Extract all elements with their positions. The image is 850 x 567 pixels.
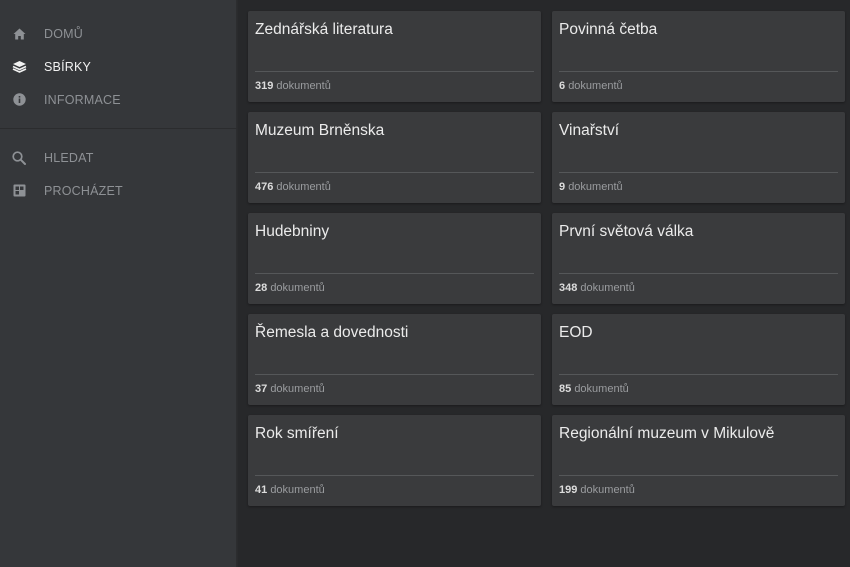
collection-count: 28 dokumentů	[255, 282, 325, 294]
count-number: 348	[559, 282, 578, 294]
collection-card[interactable]: Muzeum Brněnska 476 dokumentů	[248, 112, 541, 203]
collection-card[interactable]: Řemesla a dovednosti 37 dokumentů	[248, 314, 541, 405]
collection-title: Hudebniny	[255, 223, 330, 240]
collection-title: Muzeum Brněnska	[255, 122, 385, 139]
collection-card[interactable]: EOD 85 dokumentů	[552, 314, 845, 405]
card-divider	[255, 475, 534, 476]
collection-count: 348 dokumentů	[559, 282, 635, 294]
nav-label-search: HLEDAT	[44, 150, 94, 165]
collection-count: 199 dokumentů	[559, 484, 635, 496]
collection-card[interactable]: Regionální muzeum v Mikulově 199 dokumen…	[552, 415, 845, 506]
count-unit: dokumentů	[568, 80, 623, 92]
collection-title: Rok smíření	[255, 425, 339, 442]
collection-title: EOD	[559, 324, 593, 341]
nav-label-home: DOMŮ	[44, 26, 83, 41]
app-root: DOMŮ SBÍRKY INFORMACE HLEDAT PROCHÁZET Z…	[0, 0, 850, 567]
card-divider	[255, 273, 534, 274]
nav-item-info[interactable]: INFORMACE	[0, 83, 236, 116]
collection-title: Řemesla a dovednosti	[255, 324, 409, 341]
collections-grid: Zednářská literatura 319 dokumentů Povin…	[248, 11, 845, 506]
collection-card[interactable]: Vinařství 9 dokumentů	[552, 112, 845, 203]
count-number: 9	[559, 181, 566, 193]
card-divider	[255, 71, 534, 72]
count-number: 85	[559, 383, 572, 395]
count-unit: dokumentů	[270, 484, 325, 496]
nav-item-search[interactable]: HLEDAT	[0, 141, 236, 174]
collection-card[interactable]: Hudebniny 28 dokumentů	[248, 213, 541, 304]
collection-count: 85 dokumentů	[559, 383, 629, 395]
collection-count: 6 dokumentů	[559, 80, 623, 92]
books-icon	[11, 59, 27, 75]
collection-card[interactable]: Povinná četba 6 dokumentů	[552, 11, 845, 102]
count-unit: dokumentů	[580, 282, 635, 294]
count-unit: dokumentů	[580, 484, 635, 496]
collection-card[interactable]: Zednářská literatura 319 dokumentů	[248, 11, 541, 102]
collection-count: 37 dokumentů	[255, 383, 325, 395]
info-icon	[11, 92, 27, 108]
count-number: 6	[559, 80, 566, 92]
collection-count: 9 dokumentů	[559, 181, 623, 193]
collection-count: 41 dokumentů	[255, 484, 325, 496]
collection-title: Regionální muzeum v Mikulově	[559, 425, 775, 442]
card-divider	[255, 374, 534, 375]
nav-item-collections[interactable]: SBÍRKY	[0, 50, 236, 83]
home-icon	[11, 26, 27, 42]
count-unit: dokumentů	[568, 181, 623, 193]
card-divider	[255, 172, 534, 173]
count-unit: dokumentů	[270, 383, 325, 395]
count-number: 41	[255, 484, 268, 496]
card-divider	[559, 475, 838, 476]
nav-label-info: INFORMACE	[44, 92, 121, 107]
count-number: 28	[255, 282, 268, 294]
nav-label-browse: PROCHÁZET	[44, 183, 123, 198]
count-number: 319	[255, 80, 274, 92]
count-number: 476	[255, 181, 274, 193]
collection-title: Zednářská literatura	[255, 21, 393, 38]
sidebar: DOMŮ SBÍRKY INFORMACE HLEDAT PROCHÁZET	[0, 0, 237, 567]
collection-count: 476 dokumentů	[255, 181, 331, 193]
card-divider	[559, 172, 838, 173]
nav-secondary: HLEDAT PROCHÁZET	[0, 129, 236, 207]
card-divider	[559, 374, 838, 375]
collection-count: 319 dokumentů	[255, 80, 331, 92]
nav-primary: DOMŮ SBÍRKY INFORMACE	[0, 0, 236, 116]
count-unit: dokumentů	[276, 80, 331, 92]
card-divider	[559, 273, 838, 274]
collection-title: První světová válka	[559, 223, 694, 240]
collections-panel: Zednářská literatura 319 dokumentů Povin…	[238, 0, 850, 567]
collection-card[interactable]: Rok smíření 41 dokumentů	[248, 415, 541, 506]
collection-title: Vinařství	[559, 122, 620, 139]
count-number: 37	[255, 383, 268, 395]
collection-title: Povinná četba	[559, 21, 658, 38]
browse-icon	[11, 183, 27, 199]
count-unit: dokumentů	[276, 181, 331, 193]
nav-label-collections: SBÍRKY	[44, 59, 92, 74]
count-unit: dokumentů	[574, 383, 629, 395]
nav-item-home[interactable]: DOMŮ	[0, 17, 236, 50]
count-number: 199	[559, 484, 578, 496]
collection-card[interactable]: První světová válka 348 dokumentů	[552, 213, 845, 304]
count-unit: dokumentů	[270, 282, 325, 294]
nav-item-browse[interactable]: PROCHÁZET	[0, 174, 236, 207]
search-icon	[11, 150, 27, 166]
card-divider	[559, 71, 838, 72]
